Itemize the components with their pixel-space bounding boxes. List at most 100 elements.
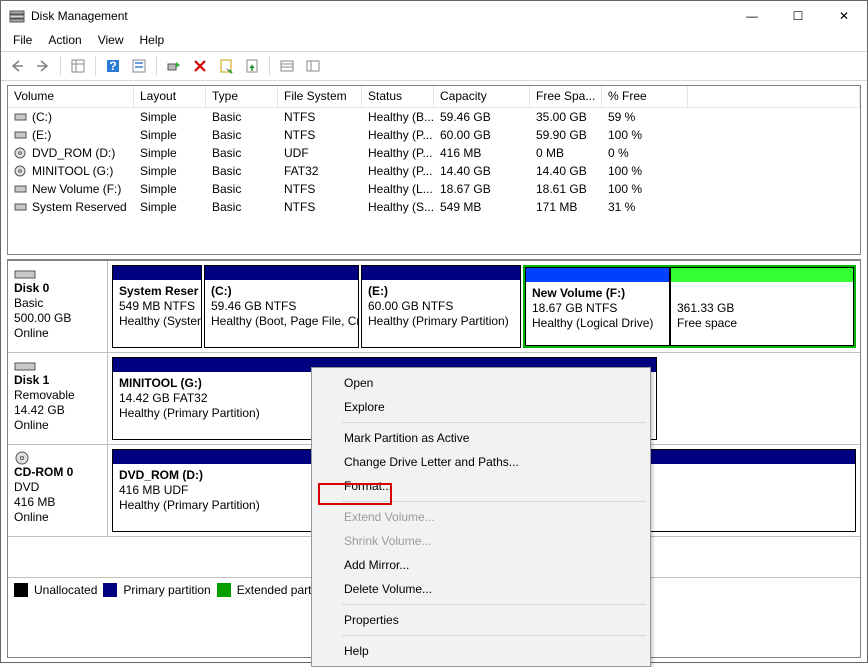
menu-file[interactable]: File <box>5 31 40 51</box>
forward-button[interactable] <box>31 54 55 78</box>
cell-pct: 100 % <box>602 163 688 179</box>
partition-status: Healthy (Primary Partition) <box>119 498 260 512</box>
menu-help[interactable]: Help <box>132 31 173 51</box>
disk-0-status: Online <box>14 326 101 341</box>
cell-cap: 416 MB <box>434 145 530 161</box>
cell-name: MINITOOL (G:) <box>8 163 134 179</box>
cdrom-type: DVD <box>14 480 101 495</box>
window-title: Disk Management <box>31 9 729 23</box>
volume-name: (E:) <box>32 128 51 142</box>
partition-title: New Volume (F:) <box>532 286 625 300</box>
column-header-file-system[interactable]: File System <box>278 86 362 108</box>
partition-free-space[interactable]: 361.33 GB Free space <box>670 267 854 346</box>
minimize-button[interactable]: — <box>729 1 775 31</box>
partition-c[interactable]: (C:) 59.46 GB NTFS Healthy (Boot, Page F… <box>204 265 359 348</box>
partition-e[interactable]: (E:) 60.00 GB NTFS Healthy (Primary Part… <box>361 265 521 348</box>
toolbar-separator <box>95 56 96 76</box>
cell-name: (E:) <box>8 127 134 143</box>
column-header-status[interactable]: Status <box>362 86 434 108</box>
disk-0-partitions: System Reser 549 MB NTFS Healthy (System… <box>108 261 860 352</box>
back-button[interactable] <box>5 54 29 78</box>
partition-status: Healthy (System <box>119 314 201 328</box>
cell-status: Healthy (S... <box>362 199 434 215</box>
close-button[interactable]: ✕ <box>821 1 867 31</box>
partition-size: 361.33 GB <box>677 301 734 315</box>
cell-type: Basic <box>206 163 278 179</box>
cdrom-size: 416 MB <box>14 495 101 510</box>
menu-view[interactable]: View <box>90 31 132 51</box>
partition-f[interactable]: New Volume (F:) 18.67 GB NTFS Healthy (L… <box>525 267 670 346</box>
maximize-button[interactable]: ☐ <box>775 1 821 31</box>
cell-fs: NTFS <box>278 181 362 197</box>
disk-1-name: Disk 1 <box>14 373 101 388</box>
cell-pct: 0 % <box>602 145 688 161</box>
table-row[interactable]: (E:)SimpleBasicNTFSHealthy (P...60.00 GB… <box>8 126 860 144</box>
graphic-view-button[interactable] <box>301 54 325 78</box>
disk-0-type: Basic <box>14 296 101 311</box>
table-row[interactable]: MINITOOL (G:)SimpleBasicFAT32Healthy (P.… <box>8 162 860 180</box>
legend-primary: Primary partition <box>123 583 210 597</box>
svg-text:?: ? <box>109 59 116 73</box>
cell-status: Healthy (P... <box>362 127 434 143</box>
cell-layout: Simple <box>134 109 206 125</box>
table-row[interactable]: DVD_ROM (D:)SimpleBasicUDFHealthy (P...4… <box>8 144 860 162</box>
ctx-separator <box>342 422 646 423</box>
extended-partition: New Volume (F:) 18.67 GB NTFS Healthy (L… <box>523 265 856 348</box>
drive-icon <box>14 201 28 213</box>
menu-action[interactable]: Action <box>40 31 89 51</box>
toolbar-separator <box>156 56 157 76</box>
ctx-help[interactable]: Help <box>314 639 648 663</box>
cell-layout: Simple <box>134 163 206 179</box>
ctx-format[interactable]: Format... <box>314 474 648 498</box>
ctx-mark-active[interactable]: Mark Partition as Active <box>314 426 648 450</box>
cell-cap: 60.00 GB <box>434 127 530 143</box>
window-frame: Disk Management — ☐ ✕ File Action View H… <box>0 0 868 663</box>
action-button[interactable] <box>240 54 264 78</box>
partition-title: System Reser <box>119 284 198 298</box>
show-hide-tree-button[interactable] <box>66 54 90 78</box>
partition-color-bar <box>362 266 520 280</box>
help-button[interactable]: ? <box>101 54 125 78</box>
disk-1-status: Online <box>14 418 101 433</box>
partition-body: System Reser 549 MB NTFS Healthy (System <box>113 280 201 347</box>
table-row[interactable]: New Volume (F:)SimpleBasicNTFSHealthy (L… <box>8 180 860 198</box>
disk-0-size: 500.00 GB <box>14 311 101 326</box>
column-header--free[interactable]: % Free <box>602 86 688 108</box>
partition-system-reserved[interactable]: System Reser 549 MB NTFS Healthy (System <box>112 265 202 348</box>
partition-status: Healthy (Primary Partition) <box>119 406 260 420</box>
cell-layout: Simple <box>134 181 206 197</box>
column-header-capacity[interactable]: Capacity <box>434 86 530 108</box>
delete-button[interactable] <box>188 54 212 78</box>
column-header-volume[interactable]: Volume <box>8 86 134 108</box>
column-header-type[interactable]: Type <box>206 86 278 108</box>
list-view-button[interactable] <box>275 54 299 78</box>
refresh-button[interactable] <box>162 54 186 78</box>
ctx-properties[interactable]: Properties <box>314 608 648 632</box>
partition-title: (C:) <box>211 284 232 298</box>
swatch-extended <box>217 583 231 597</box>
cell-cap: 18.67 GB <box>434 181 530 197</box>
cell-name: System Reserved <box>8 199 134 215</box>
cdrom-name: CD-ROM 0 <box>14 465 101 480</box>
swatch-unallocated <box>14 583 28 597</box>
disk-icon <box>14 267 101 281</box>
column-header-layout[interactable]: Layout <box>134 86 206 108</box>
ctx-explore[interactable]: Explore <box>314 395 648 419</box>
column-header-free-spa-[interactable]: Free Spa... <box>530 86 602 108</box>
cell-type: Basic <box>206 145 278 161</box>
cell-fs: NTFS <box>278 127 362 143</box>
properties-button[interactable] <box>214 54 238 78</box>
settings-button[interactable] <box>127 54 151 78</box>
table-row[interactable]: (C:)SimpleBasicNTFSHealthy (B...59.46 GB… <box>8 108 860 126</box>
ctx-open[interactable]: Open <box>314 371 648 395</box>
swatch-primary <box>103 583 117 597</box>
close-icon: ✕ <box>839 9 849 23</box>
cell-pct: 59 % <box>602 109 688 125</box>
ctx-change-drive-letter[interactable]: Change Drive Letter and Paths... <box>314 450 648 474</box>
cell-fs: FAT32 <box>278 163 362 179</box>
disk-0-name: Disk 0 <box>14 281 101 296</box>
ctx-delete-volume[interactable]: Delete Volume... <box>314 577 648 601</box>
legend-unallocated: Unallocated <box>34 583 97 597</box>
ctx-add-mirror[interactable]: Add Mirror... <box>314 553 648 577</box>
table-row[interactable]: System ReservedSimpleBasicNTFSHealthy (S… <box>8 198 860 216</box>
